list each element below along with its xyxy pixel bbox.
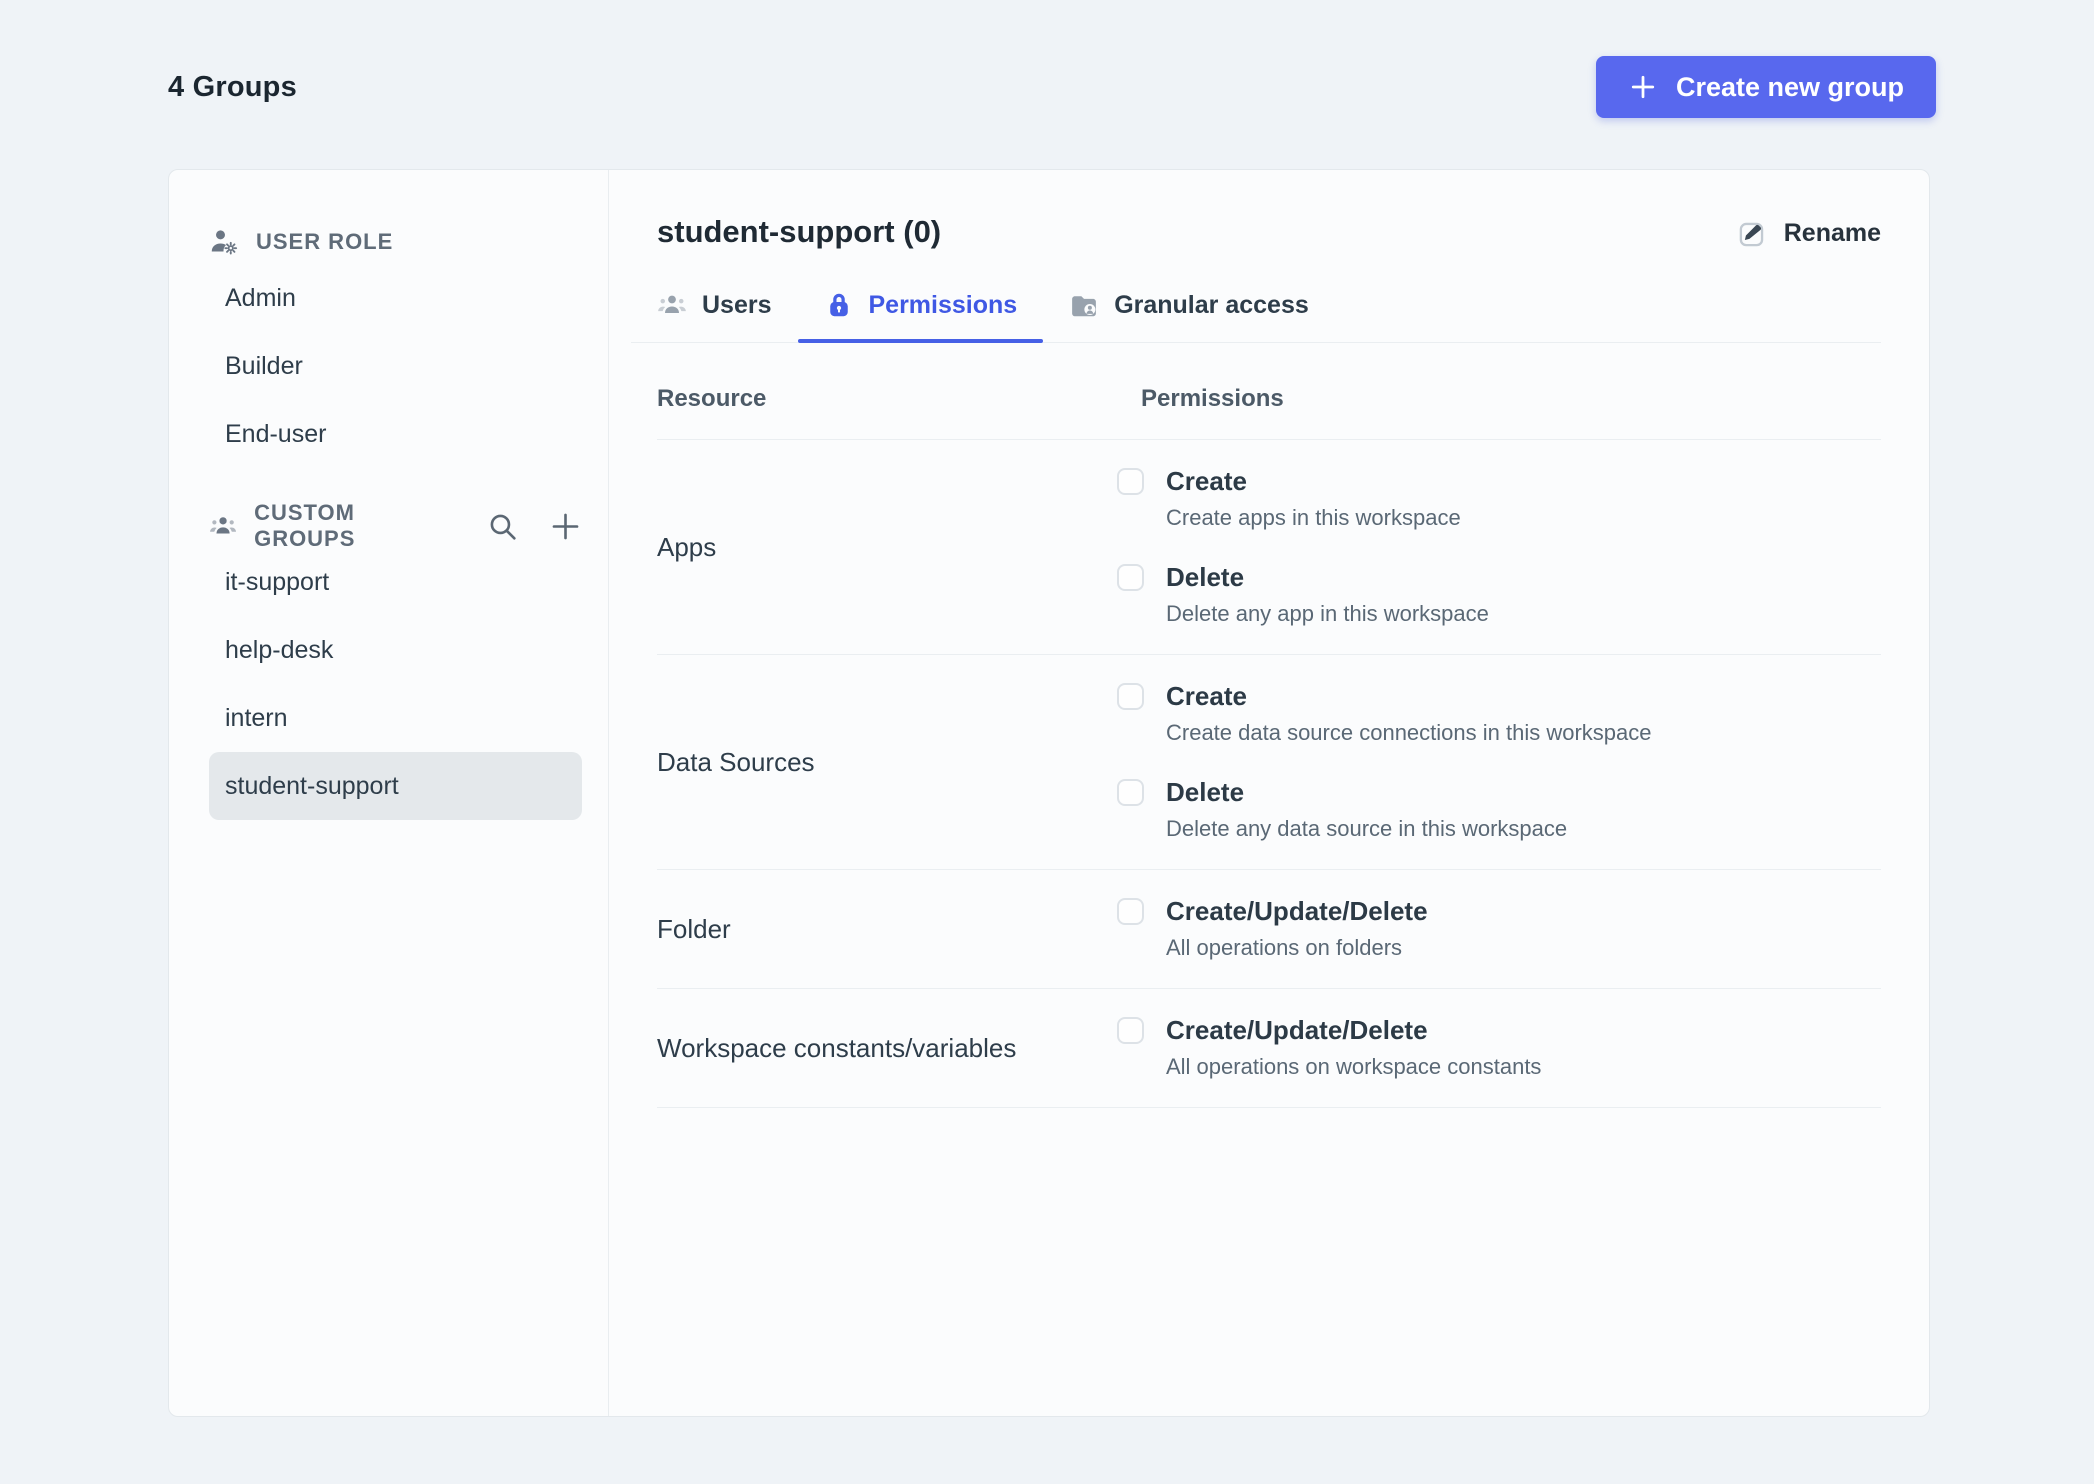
resource-name: Workspace constants/variables xyxy=(657,1032,1017,1063)
folder-user-icon xyxy=(1069,290,1099,320)
permission-item: Create Create apps in this workspace xyxy=(1117,466,1881,532)
permissions-column-header: Permissions xyxy=(1141,385,1284,412)
resource-name: Data Sources xyxy=(657,746,815,777)
rename-button[interactable]: Rename xyxy=(1737,218,1881,249)
groups-settings-screen: 4 Groups Create new group USER ROLE Admi… xyxy=(0,0,2094,1484)
top-bar: 4 Groups Create new group xyxy=(168,47,1936,127)
permission-list: Create Create data source connections in… xyxy=(1117,681,1881,843)
user-role-icon xyxy=(209,227,239,257)
sidebar-item-help-desk[interactable]: help-desk xyxy=(209,616,582,684)
permission-item: Delete Delete any data source in this wo… xyxy=(1117,777,1881,843)
sidebar-item-admin[interactable]: Admin xyxy=(209,264,582,332)
permission-description: Delete any data source in this workspace xyxy=(1166,816,1568,842)
tab-users[interactable]: Users xyxy=(631,280,798,342)
permission-item: Create/Update/Delete All operations on f… xyxy=(1117,896,1881,962)
permission-row: Apps Create Create apps in this workspac… xyxy=(657,440,1881,656)
groups-sidebar: USER ROLE Admin Builder End-user CUSTOM … xyxy=(169,170,609,1416)
permission-label: Create/Update/Delete xyxy=(1166,896,1428,927)
permission-checkbox[interactable] xyxy=(1117,468,1144,496)
tab-bar: Users Permissions Granular access xyxy=(631,280,1881,343)
user-role-section: USER ROLE Admin Builder End-user xyxy=(209,220,582,468)
permission-list: Create/Update/Delete All operations on f… xyxy=(1117,896,1881,962)
sidebar-group-item-label: End-user xyxy=(225,419,327,448)
permission-label: Create xyxy=(1166,681,1247,712)
permission-item: Create/Update/Delete All operations on w… xyxy=(1117,1015,1881,1081)
sidebar-group-item-label: intern xyxy=(225,703,288,732)
permission-label: Create/Update/Delete xyxy=(1166,1015,1428,1046)
create-new-group-button[interactable]: Create new group xyxy=(1595,56,1936,118)
resource-name: Apps xyxy=(657,531,717,562)
permission-item: Delete Delete any app in this workspace xyxy=(1117,562,1881,628)
tab-granular-access[interactable]: Granular access xyxy=(1043,280,1335,342)
tab-label: Granular access xyxy=(1114,290,1309,319)
resource-column-header: Resource xyxy=(657,385,767,412)
permissions-table-header: Resource Permissions xyxy=(657,377,1881,440)
custom-groups-section: CUSTOM GROUPS it-support help-desk inter… xyxy=(209,500,582,820)
permission-checkbox[interactable] xyxy=(1117,1017,1144,1045)
permission-description: All operations on workspace constants xyxy=(1166,1054,1542,1080)
user-role-section-header: USER ROLE xyxy=(209,220,582,264)
group-management-card: USER ROLE Admin Builder End-user CUSTOM … xyxy=(168,169,1930,1417)
permission-checkbox[interactable] xyxy=(1117,564,1144,592)
permission-row: Data Sources Create Create data source c… xyxy=(657,655,1881,871)
plus-icon xyxy=(1628,72,1658,102)
edit-icon xyxy=(1737,218,1768,249)
user-role-section-title: USER ROLE xyxy=(256,229,394,254)
sidebar-group-item-label: help-desk xyxy=(225,635,334,664)
user-role-list: Admin Builder End-user xyxy=(209,264,582,468)
permission-description: Create data source connections in this w… xyxy=(1166,720,1652,746)
permission-label: Delete xyxy=(1166,562,1245,593)
sidebar-item-end-user[interactable]: End-user xyxy=(209,400,582,468)
permission-item: Create Create data source connections in… xyxy=(1117,681,1881,747)
permission-description: Delete any app in this workspace xyxy=(1166,601,1489,627)
group-detail-panel: student-support (0) Rename Users Permiss… xyxy=(609,170,1929,1416)
permission-description: Create apps in this workspace xyxy=(1166,505,1461,531)
tab-label: Permissions xyxy=(868,290,1018,319)
permission-checkbox[interactable] xyxy=(1117,779,1144,807)
sidebar-item-builder[interactable]: Builder xyxy=(209,332,582,400)
permission-row: Folder Create/Update/Delete All operatio… xyxy=(657,870,1881,990)
create-new-group-label: Create new group xyxy=(1675,71,1904,102)
search-icon[interactable] xyxy=(486,510,519,543)
sidebar-group-item-label: student-support xyxy=(225,771,399,800)
custom-groups-section-header: CUSTOM GROUPS xyxy=(209,500,582,551)
permission-list: Create/Update/Delete All operations on w… xyxy=(1117,1015,1881,1081)
rename-label: Rename xyxy=(1783,219,1881,247)
permission-checkbox[interactable] xyxy=(1117,683,1144,711)
sidebar-item-it-support[interactable]: it-support xyxy=(209,548,582,616)
group-title: student-support (0) xyxy=(657,214,942,249)
permission-row: Workspace constants/variables Create/Upd… xyxy=(657,989,1881,1109)
sidebar-item-intern[interactable]: intern xyxy=(209,684,582,752)
permission-label: Delete xyxy=(1166,777,1245,808)
panel-header: student-support (0) Rename xyxy=(657,214,1881,250)
permission-checkbox[interactable] xyxy=(1117,898,1144,926)
permission-description: All operations on folders xyxy=(1166,935,1403,961)
custom-groups-list: it-support help-desk intern student-supp… xyxy=(209,548,582,820)
sidebar-group-item-label: Admin xyxy=(225,283,296,312)
sidebar-group-item-label: Builder xyxy=(225,351,303,380)
permissions-table-body: Apps Create Create apps in this workspac… xyxy=(657,440,1881,1109)
custom-groups-section-title: CUSTOM GROUPS xyxy=(254,500,356,551)
tab-permissions[interactable]: Permissions xyxy=(797,280,1044,343)
users-icon xyxy=(657,290,687,320)
permission-list: Create Create apps in this workspace Del… xyxy=(1117,466,1881,628)
sidebar-item-student-support[interactable]: student-support xyxy=(209,752,582,820)
add-group-icon[interactable] xyxy=(549,510,582,543)
permission-label: Create xyxy=(1166,466,1247,496)
tab-label: Users xyxy=(702,290,772,319)
sidebar-group-item-label: it-support xyxy=(225,567,330,596)
resource-name: Folder xyxy=(657,913,731,944)
page-title: 4 Groups xyxy=(168,70,297,103)
custom-groups-icon xyxy=(209,511,237,541)
lock-icon xyxy=(824,290,854,320)
